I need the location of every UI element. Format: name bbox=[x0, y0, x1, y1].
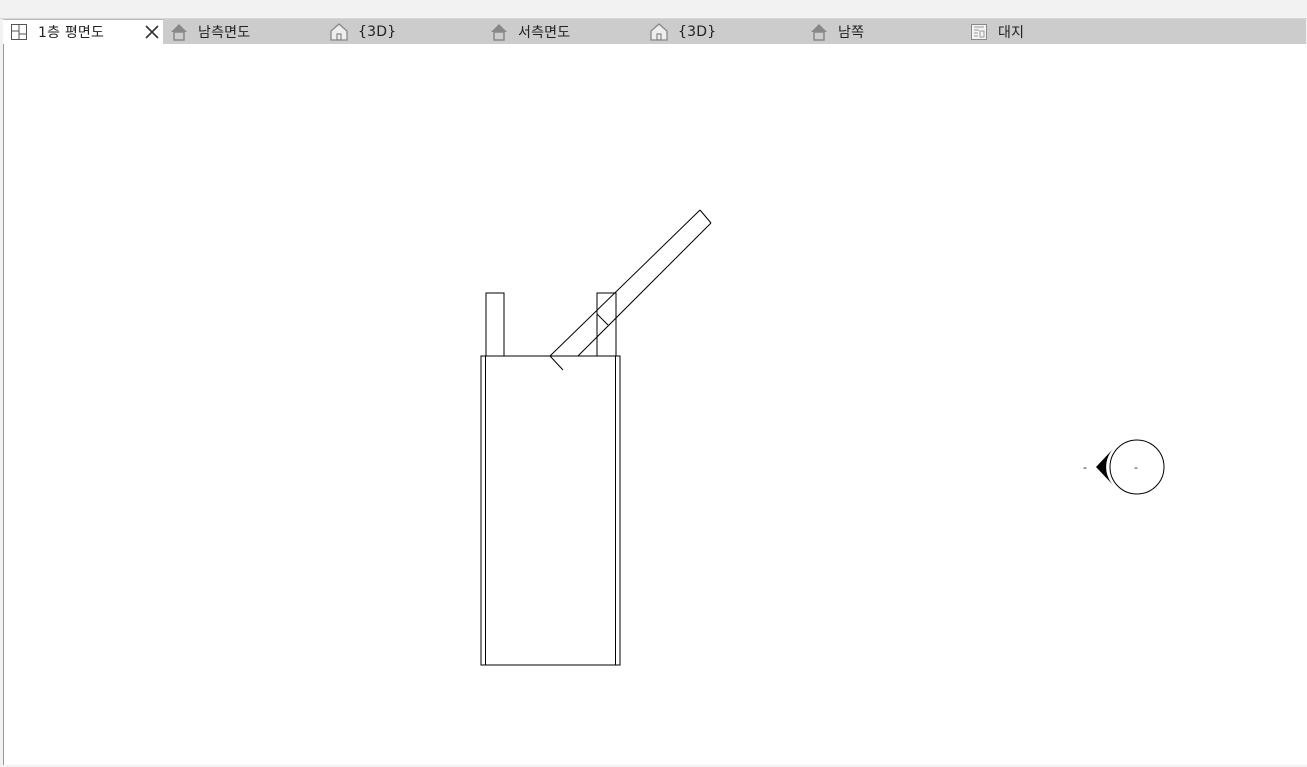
tab-floor-plan-1[interactable]: 1층 평면도 bbox=[3, 19, 163, 44]
tab-label: {3D} bbox=[358, 23, 397, 40]
tab-3d-view[interactable]: {3D} bbox=[643, 19, 803, 44]
view-tab-bar: 1층 평면도 남측면도 {3D} 서측면도 {3D} 남쪽 대지 bbox=[3, 19, 1306, 44]
diagonal-wall bbox=[549, 209, 712, 371]
3d-house-icon bbox=[648, 22, 670, 42]
left-column bbox=[485, 292, 505, 356]
elevation-marker[interactable]: - - bbox=[1083, 439, 1165, 495]
elevation-marker-left-label: - bbox=[1083, 461, 1087, 474]
tab-south[interactable]: 남쪽 bbox=[803, 19, 963, 44]
tab-south-elevation[interactable]: 남측면도 bbox=[163, 19, 323, 44]
tab-3d-view[interactable]: {3D} bbox=[323, 19, 483, 44]
close-icon[interactable] bbox=[143, 22, 161, 42]
3d-house-icon bbox=[328, 22, 350, 42]
ribbon-edge bbox=[0, 0, 1307, 19]
drawing-canvas[interactable]: - - bbox=[3, 44, 1307, 765]
floor-plan-icon bbox=[8, 22, 30, 42]
elevation-icon bbox=[168, 22, 190, 42]
elevation-icon bbox=[808, 22, 830, 42]
tab-label: 대지 bbox=[998, 24, 1025, 41]
wall-outline bbox=[480, 355, 621, 666]
tab-label: 1층 평면도 bbox=[38, 25, 105, 41]
tab-west-elevation[interactable]: 서측면도 bbox=[483, 19, 643, 44]
tab-label: {3D} bbox=[678, 23, 717, 40]
elevation-icon bbox=[488, 22, 510, 42]
tab-label: 남쪽 bbox=[838, 24, 865, 41]
right-column bbox=[596, 292, 617, 356]
site-plan-icon bbox=[968, 22, 990, 42]
tab-site[interactable]: 대지 bbox=[963, 19, 1123, 44]
tab-label: 서측면도 bbox=[518, 24, 571, 41]
revit-view-window: 1층 평면도 남측면도 {3D} 서측면도 {3D} 남쪽 대지 - - bbox=[0, 0, 1307, 767]
tab-label: 남측면도 bbox=[198, 24, 251, 41]
floor-plan-drawing: - - bbox=[480, 209, 1165, 666]
building-walls bbox=[480, 355, 621, 666]
elevation-marker-right-label: - bbox=[1134, 461, 1138, 474]
